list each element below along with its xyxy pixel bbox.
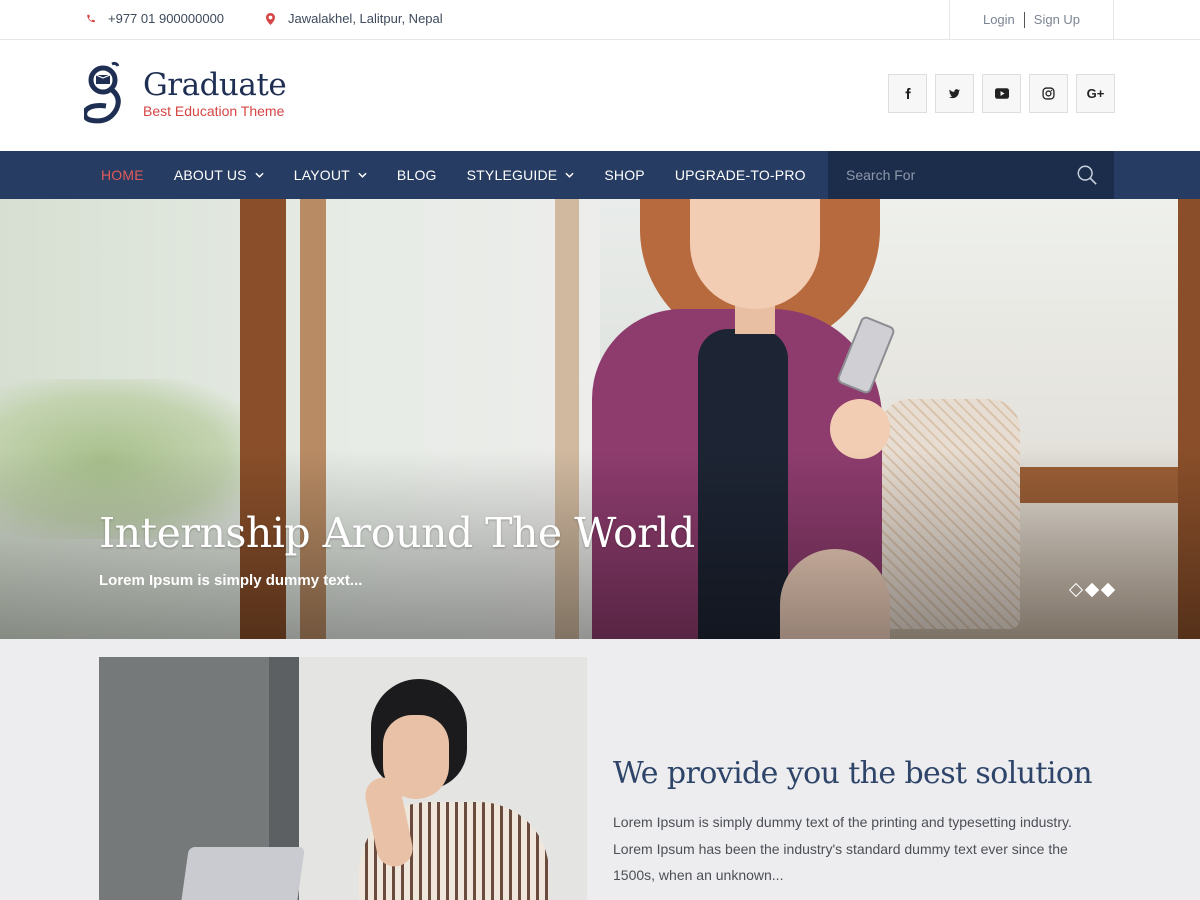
section-title: We provide you the best solution	[613, 756, 1093, 791]
nav-item-label: ABOUT US	[173, 167, 247, 183]
hero-title: Internship Around The World	[99, 509, 695, 557]
slider-pagination	[1068, 582, 1116, 598]
laptop	[179, 847, 305, 900]
nav-item-layout[interactable]: LAYOUT	[294, 167, 367, 183]
nav-item-label: LAYOUT	[293, 167, 350, 183]
site-tagline: Best Education Theme	[143, 103, 285, 119]
nav-item-label: STYLEGUIDE	[466, 167, 558, 183]
nav-item-home[interactable]: HOME	[101, 167, 144, 183]
youtube-icon[interactable]	[982, 74, 1021, 113]
chevron-down-icon	[565, 172, 574, 178]
nav-item-upgrade-to-pro[interactable]: UPGRADE-TO-PRO	[675, 167, 806, 183]
twitter-icon[interactable]	[935, 74, 974, 113]
nav-item-blog[interactable]: BLOG	[397, 167, 437, 183]
hero-slider: Internship Around The World Lorem Ipsum …	[0, 199, 1200, 639]
google-plus-icon[interactable]: G+	[1076, 74, 1115, 113]
contact-address: Jawalakhel, Lalitpur, Nepal	[266, 11, 443, 26]
top-bar: +977 01 900000000 Jawalakhel, Lalitpur, …	[0, 0, 1200, 40]
search-input[interactable]	[828, 151, 1068, 199]
nav-item-about-us[interactable]: ABOUT US	[174, 167, 264, 183]
instagram-icon[interactable]	[1029, 74, 1068, 113]
search-icon[interactable]	[1076, 164, 1098, 186]
chevron-down-icon	[255, 172, 264, 178]
nav-item-label: UPGRADE-TO-PRO	[674, 167, 806, 183]
social-links: G+	[888, 74, 1115, 113]
nav-item-label: HOME	[101, 167, 144, 183]
signup-link[interactable]: Sign Up	[1034, 12, 1080, 27]
map-pin-icon	[266, 12, 276, 25]
google-plus-glyph: G+	[1086, 86, 1105, 101]
section-text: Lorem Ipsum is simply dummy text of the …	[613, 814, 1072, 883]
nav-item-shop[interactable]: SHOP	[604, 167, 644, 183]
nav-item-styleguide[interactable]: STYLEGUIDE	[467, 167, 575, 183]
nav-item-label: BLOG	[396, 167, 437, 183]
slider-dot[interactable]	[1084, 582, 1100, 598]
nav-item-label: SHOP	[604, 167, 645, 183]
site-title[interactable]: Graduate	[143, 67, 287, 103]
about-image	[99, 657, 587, 900]
main-navigation: HOME ABOUT US LAYOUT BLOG STYLEGUIDE SHO…	[0, 151, 1200, 199]
facebook-icon[interactable]	[888, 74, 927, 113]
about-section: We provide you the best solution Lorem I…	[0, 639, 1200, 900]
auth-divider	[1023, 11, 1025, 28]
login-link[interactable]: Login	[983, 12, 1015, 27]
hero-subtitle: Lorem Ipsum is simply dummy text...	[99, 572, 363, 589]
slider-dot[interactable]	[1100, 582, 1116, 598]
nav-menu: HOME ABOUT US LAYOUT BLOG STYLEGUIDE SHO…	[101, 151, 836, 199]
slider-dot[interactable]	[1068, 582, 1084, 598]
chevron-down-icon	[358, 172, 367, 178]
contact-phone: +977 01 900000000	[86, 11, 224, 26]
search-box	[828, 151, 1114, 199]
site-header: Graduate Best Education Theme G+	[0, 40, 1200, 151]
logo-icon[interactable]	[84, 60, 126, 124]
address-text: Jawalakhel, Lalitpur, Nepal	[288, 11, 443, 26]
phone-number: +977 01 900000000	[108, 11, 225, 26]
auth-links: Login Sign Up	[949, 0, 1114, 39]
phone-icon	[86, 13, 96, 24]
